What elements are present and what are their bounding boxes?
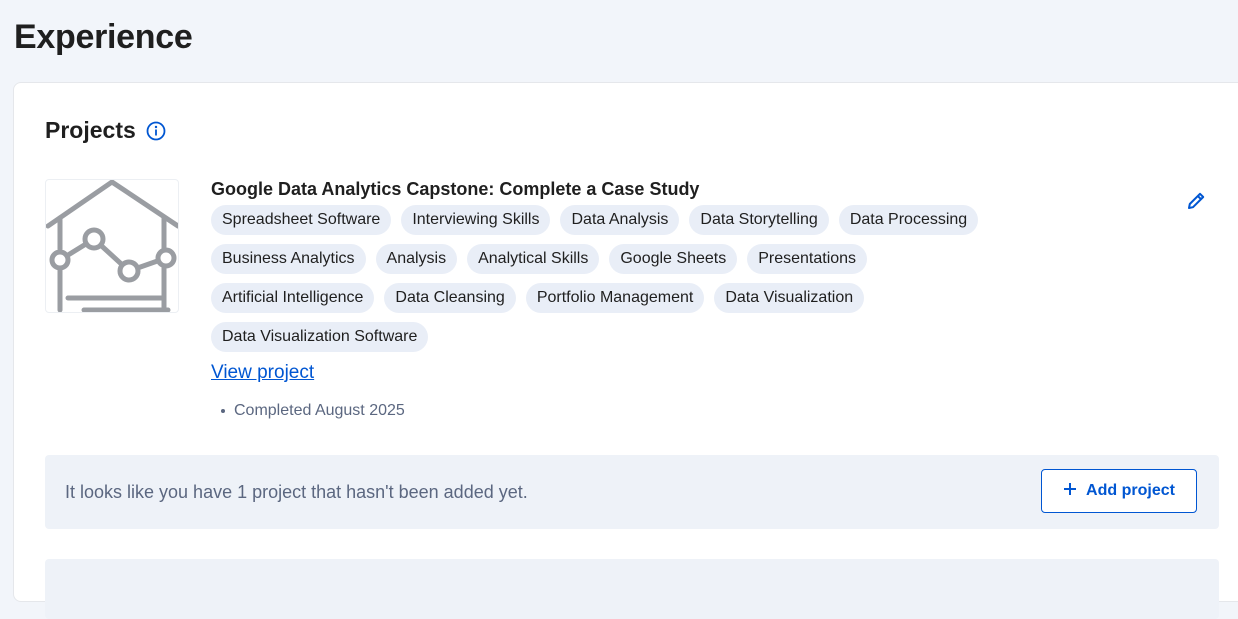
add-project-button[interactable]: Add project: [1041, 469, 1197, 513]
skill-chip: Interviewing Skills: [401, 205, 551, 235]
pencil-icon: [1185, 190, 1207, 217]
completed-date: Completed August 2025: [234, 402, 405, 419]
skill-chip: Data Visualization Software: [211, 322, 429, 352]
unadded-projects-notice: It looks like you have 1 project that ha…: [45, 455, 1219, 529]
bullet-icon: [221, 409, 225, 413]
add-project-label: Add project: [1086, 482, 1175, 499]
skill-chip: Presentations: [747, 244, 868, 274]
notice-text: It looks like you have 1 project that ha…: [65, 482, 528, 502]
skill-chip: Artificial Intelligence: [211, 283, 375, 313]
skill-chip: Analytical Skills: [467, 244, 600, 274]
skill-chip: Business Analytics: [211, 244, 366, 274]
projects-heading: Projects: [45, 117, 136, 143]
skill-chip: Data Cleansing: [384, 283, 516, 313]
view-project-link[interactable]: View project: [211, 362, 314, 384]
skill-chip: Data Storytelling: [689, 205, 829, 235]
next-section-panel: [45, 559, 1219, 619]
projects-header: Projects: [45, 117, 166, 144]
skill-chip: Google Sheets: [609, 244, 738, 274]
info-circle-icon[interactable]: [146, 121, 166, 141]
skill-chip: Data Analysis: [560, 205, 680, 235]
page-title: Experience: [14, 18, 193, 56]
skill-chip: Portfolio Management: [525, 283, 705, 313]
completion-status: Completed August 2025: [221, 402, 405, 420]
skill-chip: Spreadsheet Software: [211, 205, 392, 235]
project-title: Google Data Analytics Capstone: Complete…: [211, 179, 700, 199]
skill-chips: Spreadsheet Software Interviewing Skills…: [211, 205, 1011, 352]
skill-chip: Data Visualization: [714, 283, 865, 313]
project-thumbnail: [45, 179, 181, 316]
projects-card: Projects Google Data Analytics Capstone:…: [13, 82, 1238, 619]
plus-icon: [1063, 482, 1077, 501]
skill-chip: Data Processing: [838, 205, 979, 235]
skill-chip: Analysis: [375, 244, 458, 274]
house-chart-icon: [45, 179, 181, 316]
edit-project-button[interactable]: [1182, 189, 1210, 217]
